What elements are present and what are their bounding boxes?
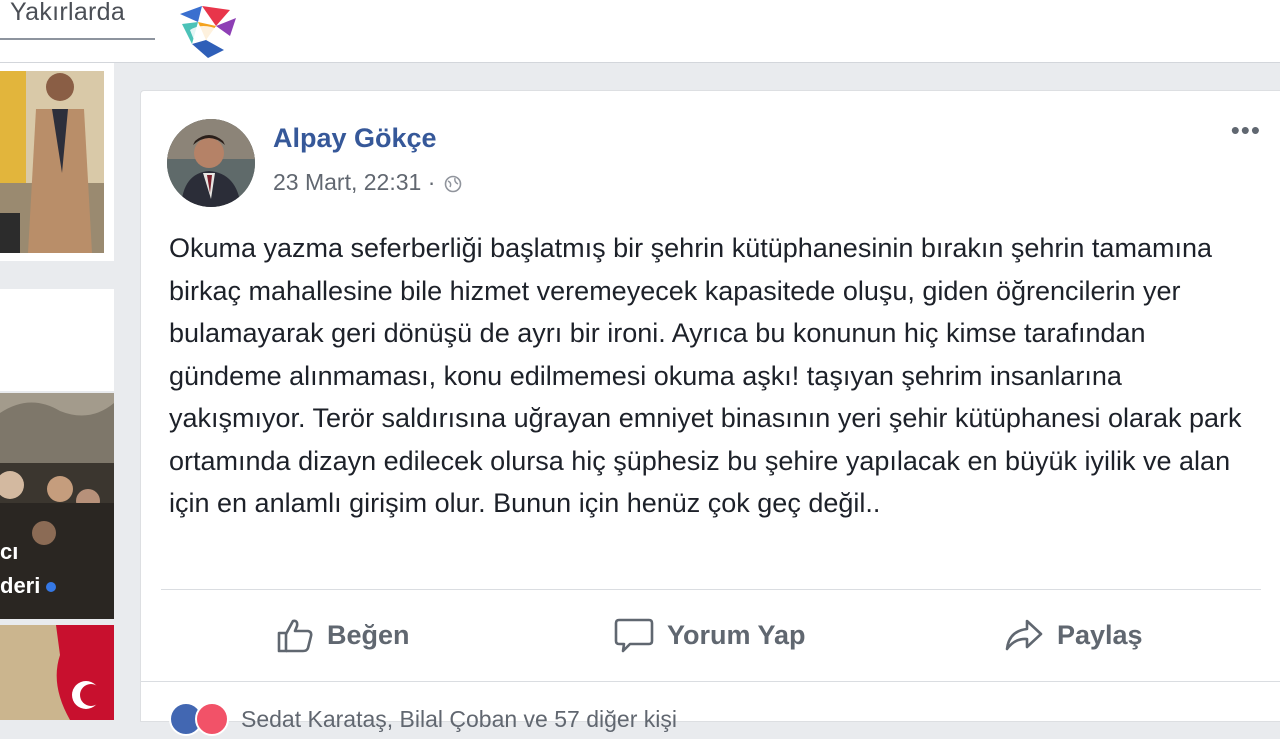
flag-photo — [0, 625, 114, 720]
love-reaction-icon — [195, 702, 229, 736]
comment-icon — [614, 618, 654, 653]
reactions-text: Sedat Karataş, Bilal Çoban ve 57 diğer k… — [241, 705, 677, 732]
like-label: Beğen — [327, 619, 410, 650]
brand-logo-icon — [180, 6, 236, 58]
left-news-card[interactable]: cı deri — [0, 393, 114, 619]
author-name-link[interactable]: Alpay Gökçe — [273, 123, 437, 154]
unread-dot-icon — [46, 582, 57, 593]
share-icon — [1005, 619, 1043, 651]
post-actions-bar: Beğen Yorum Yap Paylaş — [141, 601, 1280, 671]
comment-button[interactable]: Yorum Yap — [613, 613, 806, 657]
post-timestamp[interactable]: 23 Mart, 22:31 · — [273, 169, 435, 195]
reactions-summary[interactable]: Sedat Karataş, Bilal Çoban ve 57 diğer k… — [169, 699, 677, 739]
like-button[interactable]: Beğen — [275, 613, 410, 657]
tab-nearby[interactable]: Yakırlarda — [10, 0, 125, 27]
share-label: Paylaş — [1057, 619, 1143, 650]
left-column: cı deri — [0, 63, 114, 720]
top-bar: Yakırlarda — [0, 0, 1280, 63]
more-options-icon[interactable]: ••• — [1231, 115, 1261, 146]
globe-icon — [444, 175, 462, 193]
left-flag-card[interactable] — [0, 625, 114, 720]
tab-underline — [0, 38, 155, 40]
person-photo — [0, 63, 114, 261]
like-icon — [277, 619, 313, 653]
divider — [141, 681, 1280, 682]
share-button[interactable]: Paylaş — [1003, 613, 1143, 657]
left-blank-card — [0, 289, 114, 391]
author-avatar[interactable] — [167, 119, 255, 207]
post-meta: 23 Mart, 22:31 · — [273, 169, 462, 196]
post-body-text: Okuma yazma seferberliği başlatmış bir ş… — [169, 233, 1242, 518]
news-caption-1: cı — [0, 539, 19, 564]
comment-label: Yorum Yap — [667, 619, 806, 650]
news-caption-2: deri — [0, 573, 57, 599]
left-photo-card[interactable] — [0, 63, 114, 261]
divider — [161, 589, 1261, 590]
post-card: Alpay Gökçe 23 Mart, 22:31 · ••• Okuma y… — [140, 90, 1280, 736]
